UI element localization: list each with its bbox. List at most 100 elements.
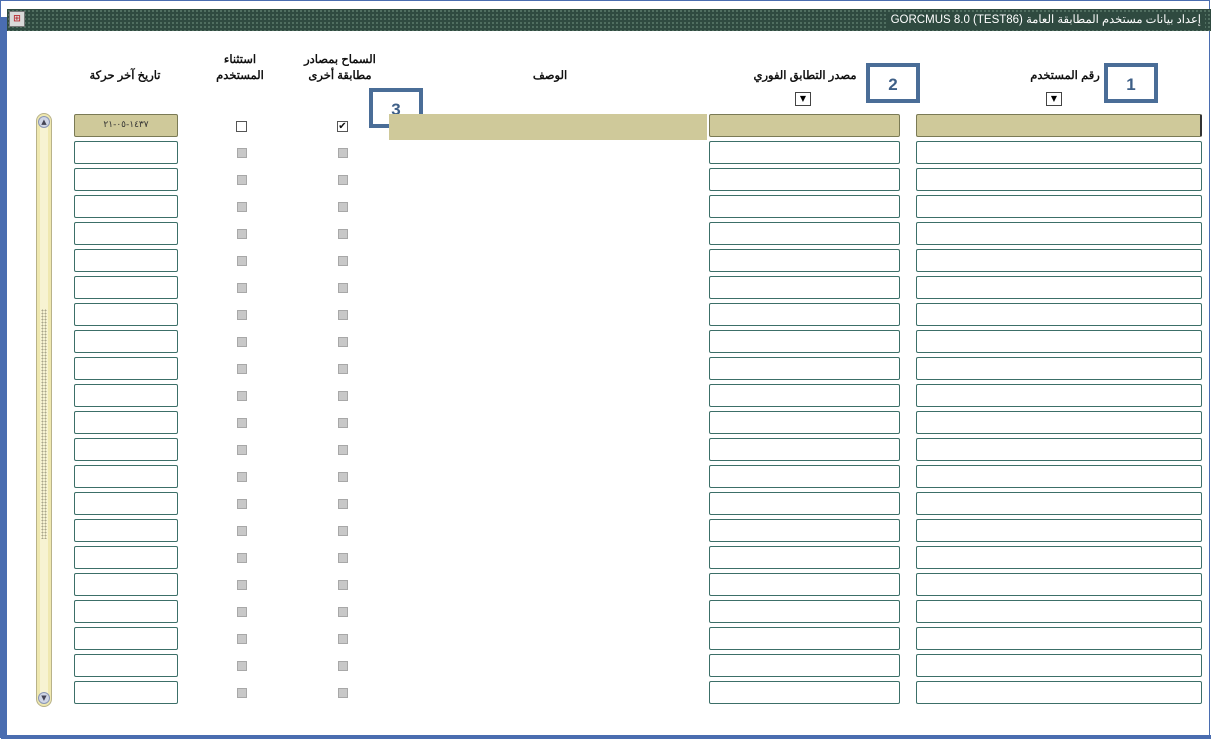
allow-other-sources-checkbox[interactable] — [338, 634, 348, 644]
user-id-field[interactable] — [916, 330, 1202, 353]
source-lov-button[interactable]: ▼ — [795, 92, 811, 106]
allow-other-sources-checkbox[interactable] — [338, 661, 348, 671]
allow-other-sources-checkbox[interactable] — [338, 310, 348, 320]
user-exception-checkbox[interactable] — [237, 337, 247, 347]
instant-source-field[interactable] — [709, 654, 900, 677]
user-id-field[interactable] — [916, 627, 1202, 650]
scroll-up-icon[interactable]: ▲ — [38, 116, 50, 128]
allow-other-sources-checkbox[interactable] — [338, 229, 348, 239]
user-id-field[interactable] — [916, 276, 1202, 299]
user-id-field[interactable] — [916, 168, 1202, 191]
last-activity-field — [74, 681, 178, 704]
user-id-field[interactable] — [916, 519, 1202, 542]
user-exception-checkbox[interactable] — [237, 391, 247, 401]
allow-other-sources-checkbox[interactable] — [338, 607, 348, 617]
scrollbar-grip[interactable] — [41, 309, 47, 539]
allow-other-sources-checkbox[interactable] — [338, 283, 348, 293]
user-exception-checkbox[interactable] — [237, 553, 247, 563]
user-id-lov-button[interactable]: ▼ — [1046, 92, 1062, 106]
user-id-field[interactable] — [916, 573, 1202, 596]
allow-other-sources-checkbox[interactable] — [338, 175, 348, 185]
user-exception-checkbox[interactable] — [237, 229, 247, 239]
instant-source-field[interactable] — [709, 330, 900, 353]
allow-other-sources-checkbox[interactable] — [338, 148, 348, 158]
instant-source-field[interactable] — [709, 600, 900, 623]
instant-source-field[interactable] — [709, 492, 900, 515]
user-exception-checkbox[interactable] — [237, 661, 247, 671]
instant-source-field[interactable] — [709, 222, 900, 245]
allow-other-sources-checkbox[interactable] — [338, 445, 348, 455]
user-id-field[interactable] — [916, 303, 1202, 326]
user-exception-checkbox[interactable] — [236, 121, 247, 132]
allow-other-sources-checkbox[interactable] — [338, 499, 348, 509]
user-exception-checkbox[interactable] — [237, 688, 247, 698]
allow-other-sources-checkbox[interactable] — [338, 391, 348, 401]
instant-source-field[interactable] — [709, 195, 900, 218]
user-exception-checkbox[interactable] — [237, 418, 247, 428]
user-exception-checkbox[interactable] — [237, 256, 247, 266]
allow-other-sources-checkbox[interactable] — [338, 418, 348, 428]
user-id-field[interactable] — [916, 141, 1202, 164]
user-id-field[interactable] — [916, 222, 1202, 245]
allow-other-sources-checkbox[interactable] — [338, 337, 348, 347]
user-exception-checkbox[interactable] — [237, 283, 247, 293]
allow-other-sources-checkbox[interactable] — [338, 526, 348, 536]
scroll-down-icon[interactable]: ▼ — [38, 692, 50, 704]
user-id-field[interactable] — [916, 384, 1202, 407]
instant-source-field[interactable] — [709, 303, 900, 326]
instant-source-field[interactable] — [709, 411, 900, 434]
user-id-field[interactable] — [916, 249, 1202, 272]
user-exception-checkbox[interactable] — [237, 445, 247, 455]
user-id-field[interactable] — [916, 195, 1202, 218]
user-exception-checkbox[interactable] — [237, 175, 247, 185]
user-id-field[interactable] — [916, 411, 1202, 434]
allow-other-sources-checkbox[interactable] — [338, 580, 348, 590]
user-id-field[interactable] — [916, 357, 1202, 380]
instant-source-field[interactable] — [709, 465, 900, 488]
instant-source-field[interactable] — [709, 438, 900, 461]
instant-source-field[interactable] — [709, 519, 900, 542]
instant-source-field[interactable] — [709, 357, 900, 380]
vertical-scrollbar[interactable]: ▲ ▼ — [36, 113, 52, 707]
user-id-field[interactable] — [916, 492, 1202, 515]
user-exception-checkbox[interactable] — [237, 526, 247, 536]
user-id-field[interactable] — [916, 438, 1202, 461]
user-id-field[interactable] — [916, 600, 1202, 623]
instant-source-field[interactable] — [709, 681, 900, 704]
user-id-field[interactable] — [916, 546, 1202, 569]
instant-source-field[interactable] — [709, 114, 900, 137]
user-id-field[interactable] — [916, 681, 1202, 704]
allow-other-sources-checkbox[interactable] — [338, 364, 348, 374]
allow-other-sources-checkbox[interactable] — [338, 553, 348, 563]
allow-other-sources-checkbox[interactable]: ✔ — [337, 121, 348, 132]
last-activity-field: ١٤٣٧-٠٥-٢١ — [74, 114, 178, 137]
user-exception-checkbox[interactable] — [237, 364, 247, 374]
user-exception-checkbox[interactable] — [237, 202, 247, 212]
user-exception-checkbox[interactable] — [237, 148, 247, 158]
user-exception-checkbox[interactable] — [237, 580, 247, 590]
allow-other-sources-checkbox[interactable] — [338, 202, 348, 212]
instant-source-field[interactable] — [709, 276, 900, 299]
instant-source-field[interactable] — [709, 546, 900, 569]
instant-source-field[interactable] — [709, 384, 900, 407]
user-exception-checkbox[interactable] — [237, 607, 247, 617]
header-user-exception-line1: استثناء — [223, 54, 257, 66]
window-title: إعداد بيانات مستخدم المطابقة العامة GORC… — [886, 12, 1205, 28]
user-id-field[interactable] — [916, 114, 1202, 137]
user-exception-checkbox[interactable] — [237, 472, 247, 482]
app-icon[interactable]: ⊞ — [9, 11, 25, 27]
allow-other-sources-checkbox[interactable] — [338, 256, 348, 266]
user-exception-checkbox[interactable] — [237, 499, 247, 509]
user-id-field[interactable] — [916, 465, 1202, 488]
instant-source-field[interactable] — [709, 141, 900, 164]
allow-other-sources-checkbox[interactable] — [338, 472, 348, 482]
instant-source-field[interactable] — [709, 249, 900, 272]
instant-source-field[interactable] — [709, 168, 900, 191]
user-exception-checkbox[interactable] — [237, 310, 247, 320]
instant-source-field[interactable] — [709, 627, 900, 650]
allow-other-sources-checkbox[interactable] — [338, 688, 348, 698]
instant-source-field[interactable] — [709, 573, 900, 596]
last-activity-field — [74, 384, 178, 407]
user-exception-checkbox[interactable] — [237, 634, 247, 644]
user-id-field[interactable] — [916, 654, 1202, 677]
